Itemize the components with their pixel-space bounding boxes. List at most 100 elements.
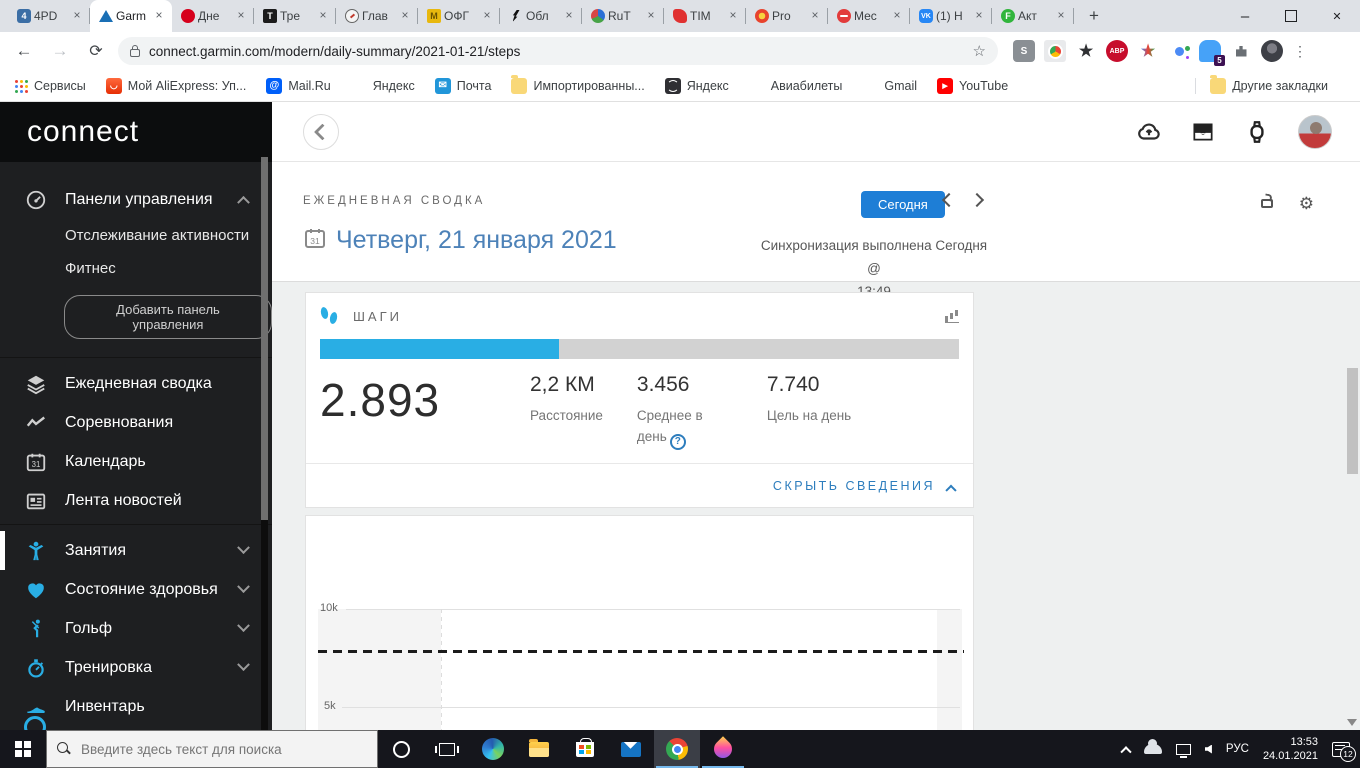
extension-shopping-icon[interactable] [1044, 40, 1066, 62]
clock[interactable]: 13:53 24.01.2021 [1263, 735, 1318, 763]
tab-close-icon[interactable] [316, 9, 330, 23]
bookmark-star-icon[interactable] [973, 42, 986, 60]
sidebar-item-calendar[interactable]: 31 Календарь [0, 442, 272, 481]
extension-dots-icon[interactable] [1168, 40, 1190, 62]
unlock-icon[interactable] [1260, 199, 1273, 208]
browser-tab[interactable]: Обл [500, 0, 582, 32]
browser-tab[interactable]: (1) Н [910, 0, 992, 32]
extension-star-icon[interactable] [1075, 40, 1097, 62]
address-bar[interactable]: connect.garmin.com/modern/daily-summary/… [118, 37, 998, 65]
maximize-button[interactable] [1268, 0, 1314, 32]
store-button[interactable] [562, 730, 608, 768]
sidebar-item-daily-summary[interactable]: Ежедневная сводка [0, 364, 272, 403]
browser-tab-garmin-active[interactable]: Garm [90, 0, 172, 32]
tray-expand-icon[interactable] [1120, 746, 1132, 758]
settings-gear-icon[interactable] [1299, 195, 1314, 212]
tab-close-icon[interactable] [562, 9, 576, 23]
bookmark-services[interactable]: Сервисы [12, 78, 86, 94]
extension-adblock-icon[interactable]: ABP [1106, 40, 1128, 62]
start-button[interactable] [0, 730, 46, 768]
sidebar-item-training[interactable]: Тренировка [0, 648, 272, 687]
forward-button[interactable] [46, 37, 74, 65]
user-avatar[interactable] [1298, 115, 1332, 149]
tab-close-icon[interactable] [398, 9, 412, 23]
close-button[interactable] [1314, 0, 1360, 32]
extension-ghostery-icon[interactable]: 5 [1199, 40, 1225, 66]
browser-profile-avatar[interactable] [1261, 40, 1283, 62]
tab-close-icon[interactable] [1054, 9, 1068, 23]
next-day-arrow[interactable] [969, 192, 985, 208]
tab-close-icon[interactable] [726, 9, 740, 23]
page-back-button[interactable] [303, 114, 339, 150]
tab-close-icon[interactable] [644, 9, 658, 23]
help-icon[interactable] [669, 433, 686, 450]
taskbar-search[interactable] [46, 730, 378, 768]
language-indicator[interactable]: РУС [1226, 743, 1249, 755]
extension-rutracker-icon[interactable] [1137, 40, 1159, 62]
browser-menu-icon[interactable] [1291, 40, 1309, 62]
browser-tab[interactable]: Мес [828, 0, 910, 32]
browser-tab[interactable]: 4PD [8, 0, 90, 32]
network-icon[interactable] [1175, 743, 1191, 758]
cortana-button[interactable] [378, 730, 424, 768]
sidebar-item-golf[interactable]: Гольф [0, 609, 272, 648]
sidebar-item-newsfeed[interactable]: Лента новостей [0, 481, 272, 520]
today-button[interactable]: Сегодня [861, 191, 945, 218]
browser-tab[interactable]: ОФГ [418, 0, 500, 32]
search-input[interactable] [81, 741, 367, 757]
tab-close-icon[interactable] [152, 9, 166, 23]
volume-icon[interactable] [1204, 744, 1212, 754]
notification-center-icon[interactable]: 12 [1332, 741, 1356, 762]
bookmark-gmail[interactable]: Gmail [862, 78, 917, 94]
back-button[interactable] [10, 37, 38, 65]
browser-tab[interactable]: Глав [336, 0, 418, 32]
sidebar-item-activity-tracking[interactable]: Отслеживание активности [0, 219, 272, 252]
bookmark-aliexpress[interactable]: Мой AliExpress: Уп... [105, 77, 246, 94]
tab-close-icon[interactable] [234, 9, 248, 23]
task-view-button[interactable] [424, 730, 470, 768]
browser-tab[interactable]: Тре [254, 0, 336, 32]
sidebar-item-challenges[interactable]: Соревнования [0, 403, 272, 442]
bookmark-pochta[interactable]: Почта [434, 77, 491, 94]
add-dashboard-button[interactable]: Добавить панель управления [64, 295, 272, 339]
paint3d-taskbar-button[interactable] [700, 730, 746, 768]
chrome-taskbar-button[interactable] [654, 730, 700, 768]
page-scrollbar-thumb[interactable] [1347, 368, 1358, 474]
browser-tab[interactable]: Pro [746, 0, 828, 32]
tab-close-icon[interactable] [70, 9, 84, 23]
sidebar-item-fitness[interactable]: Фитнес [0, 252, 272, 285]
tab-close-icon[interactable] [890, 9, 904, 23]
sidebar-scrollbar-thumb[interactable] [261, 157, 268, 520]
browser-tab[interactable]: TIM [664, 0, 746, 32]
sidebar-item-dashboards[interactable]: Панели управления [0, 180, 272, 219]
upload-cloud-icon[interactable] [1136, 119, 1162, 145]
bookmark-mailru[interactable]: Mail.Ru [266, 77, 331, 94]
bookmark-youtube[interactable]: YouTube [937, 77, 1008, 94]
sidebar-item-activities[interactable]: Занятия [0, 531, 272, 570]
other-bookmarks[interactable]: Другие закладки [1195, 74, 1328, 94]
tab-close-icon[interactable] [972, 9, 986, 23]
browser-tab[interactable]: Акт [992, 0, 1074, 32]
browser-tab[interactable]: Дне [172, 0, 254, 32]
edge-button[interactable] [470, 730, 516, 768]
reload-button[interactable] [82, 37, 110, 65]
extension-s-icon[interactable]: S [1013, 40, 1035, 62]
url-text[interactable]: connect.garmin.com/modern/daily-summary/… [149, 44, 973, 59]
sidebar-item-health[interactable]: Состояние здоровья [0, 570, 272, 609]
extensions-puzzle-icon[interactable] [1230, 40, 1252, 62]
bar-chart-icon[interactable] [945, 310, 959, 323]
minimize-button[interactable] [1222, 0, 1268, 32]
onedrive-cloud-icon[interactable] [1143, 739, 1162, 754]
hide-details-link[interactable]: СКРЫТЬ СВЕДЕНИЯ [773, 479, 957, 496]
bookmark-imported[interactable]: Импортированны... [511, 74, 645, 94]
page-scrollbar-down-arrow[interactable] [1347, 719, 1357, 726]
bookmark-avia[interactable]: Авиабилеты [749, 78, 843, 94]
tab-close-icon[interactable] [480, 9, 494, 23]
browser-tab[interactable]: RuT [582, 0, 664, 32]
new-tab-button[interactable] [1080, 2, 1108, 30]
selected-date[interactable]: Четверг, 21 января 2021 [336, 226, 617, 255]
tab-close-icon[interactable] [808, 9, 822, 23]
bookmark-yandex[interactable]: Яндекс [350, 77, 415, 94]
bookmark-yandex-globe[interactable]: Яндекс [664, 77, 729, 94]
device-watch-icon[interactable] [1244, 119, 1270, 145]
